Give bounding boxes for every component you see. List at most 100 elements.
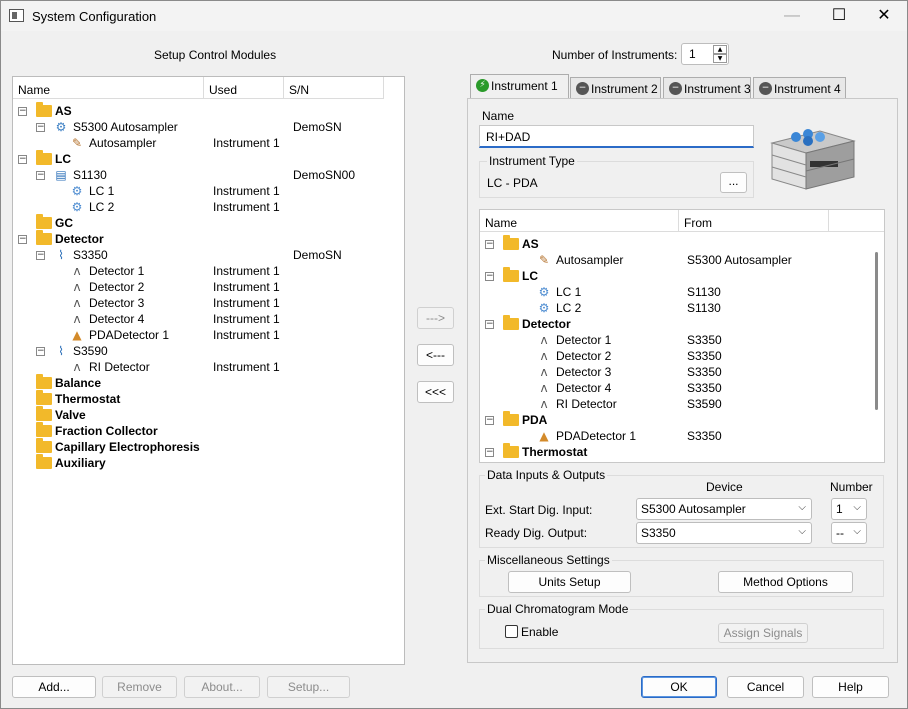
maximize-button[interactable]: ☐ — [816, 1, 862, 31]
minimize-button[interactable]: — — [769, 1, 815, 31]
collapse-toggle-icon[interactable]: − — [485, 448, 494, 457]
tree-row[interactable]: ▲ PDADetector 1 S3350 — [480, 428, 884, 444]
tree-row[interactable]: ʌ Detector 1 S3350 — [480, 332, 884, 348]
tree-row[interactable]: ʌ Detector 2 S3350 — [480, 348, 884, 364]
instrument-type-button[interactable]: ... — [720, 172, 747, 193]
method-options-button[interactable]: Method Options — [718, 571, 853, 593]
instrument-tree-scrollbar[interactable] — [875, 252, 878, 410]
tree-row[interactable]: ✎ Autosampler Instrument 1 — [13, 135, 404, 151]
tree-group-row[interactable]: − LC — [13, 150, 404, 167]
instrument-count-spinner[interactable]: 1 ▲ ▼ — [681, 43, 729, 65]
tab-instrument-4[interactable]: − Instrument 4 — [753, 77, 846, 99]
ext-start-number-select[interactable]: 1 ⌵ — [831, 498, 867, 520]
tree-row[interactable]: ʌ Detector 4 Instrument 1 — [13, 311, 404, 327]
tree-group-row[interactable]: Balance — [13, 374, 404, 391]
spinner-up-icon[interactable]: ▲ — [713, 45, 727, 54]
tree-group-row[interactable]: Valve — [13, 406, 404, 423]
ok-button[interactable]: OK — [641, 676, 717, 698]
ext-start-input-label: Ext. Start Dig. Input: — [485, 503, 593, 517]
collapse-toggle-icon[interactable]: − — [36, 251, 45, 260]
tree-row[interactable]: − ⌇ S3590 — [13, 343, 404, 359]
tree-group-row[interactable]: − PDA — [480, 411, 884, 428]
collapse-toggle-icon[interactable]: − — [36, 123, 45, 132]
instrument-name-input[interactable]: RI+DAD — [479, 125, 754, 148]
pda-icon: ▲ — [72, 328, 82, 342]
device-column-label: Device — [706, 480, 743, 494]
tree-group-row[interactable]: Auxiliary — [13, 454, 404, 471]
tree-row[interactable]: ʌ Detector 1 Instrument 1 — [13, 263, 404, 279]
remove-button[interactable]: Remove — [102, 676, 177, 698]
instrument-column-header-from[interactable]: From — [679, 210, 829, 232]
assign-module-button[interactable]: ---> — [417, 307, 454, 329]
unassign-all-button[interactable]: <<< — [417, 381, 454, 403]
ready-output-device-select[interactable]: S3350 ⌵ — [636, 522, 812, 544]
collapse-toggle-icon[interactable]: − — [485, 272, 494, 281]
enable-label[interactable]: Enable — [521, 625, 558, 639]
collapse-toggle-icon[interactable]: − — [18, 107, 27, 116]
tree-row-name: Detector 4 — [556, 381, 612, 395]
collapse-toggle-icon[interactable]: − — [485, 320, 494, 329]
tree-row[interactable]: ʌ RI Detector S3590 — [480, 396, 884, 412]
tree-row[interactable]: ʌ Detector 3 Instrument 1 — [13, 295, 404, 311]
collapse-toggle-icon[interactable]: − — [18, 235, 27, 244]
ext-start-device-value: S5300 Autosampler — [641, 502, 746, 516]
tree-group-row[interactable]: − Detector — [480, 315, 884, 332]
tree-group-row[interactable]: Thermostat — [13, 390, 404, 407]
unassign-module-button[interactable]: <--- — [417, 344, 454, 366]
tree-group-row[interactable]: − AS — [480, 235, 884, 252]
collapse-toggle-icon[interactable]: − — [36, 347, 45, 356]
column-header-sn[interactable]: S/N — [284, 77, 384, 99]
tree-row[interactable]: ʌ Detector 2 Instrument 1 — [13, 279, 404, 295]
control-modules-tree[interactable]: Name Used S/N − AS − ⚙ S5300 Autosampler Demo… — [12, 76, 405, 665]
tree-group-row[interactable]: − Detector — [13, 230, 404, 247]
close-button[interactable]: ✕ — [861, 1, 907, 31]
column-header-name[interactable]: Name — [13, 77, 204, 99]
tree-group-row[interactable]: Fraction Collector — [13, 422, 404, 439]
data-io-group: Data Inputs & Outputs Device Number Ext.… — [479, 468, 884, 548]
tree-row[interactable]: ⚙ LC 2 S1130 — [480, 300, 884, 316]
tree-group-row[interactable]: Capillary Electrophoresis — [13, 438, 404, 455]
cancel-button[interactable]: Cancel — [727, 676, 804, 698]
tree-row[interactable]: − ⚙ S5300 Autosampler DemoSN — [13, 119, 404, 135]
collapse-toggle-icon[interactable]: − — [36, 171, 45, 180]
tab-instrument-1[interactable]: ⚡ Instrument 1 — [470, 74, 569, 99]
tree-row[interactable]: − ⌇ S3350 DemoSN — [13, 247, 404, 263]
tree-row-from: S3350 — [687, 381, 722, 395]
tree-row[interactable]: ▲ PDADetector 1 Instrument 1 — [13, 327, 404, 343]
help-button[interactable]: Help — [812, 676, 889, 698]
tree-row[interactable]: ⚙ LC 1 Instrument 1 — [13, 183, 404, 199]
enable-checkbox[interactable] — [505, 625, 518, 638]
ready-output-number-select[interactable]: -- ⌵ — [831, 522, 867, 544]
tree-group-row[interactable]: − Thermostat — [480, 443, 884, 460]
column-header-used[interactable]: Used — [204, 77, 284, 99]
add-button[interactable]: Add... — [12, 676, 96, 698]
tree-row[interactable]: ✎ Autosampler S5300 Autosampler — [480, 252, 884, 268]
tree-group-row[interactable]: GC — [13, 214, 404, 231]
ext-start-number-value: 1 — [836, 502, 843, 516]
collapse-toggle-icon[interactable]: − — [485, 240, 494, 249]
setup-button[interactable]: Setup... — [267, 676, 350, 698]
tree-row[interactable]: ʌ Detector 4 S3350 — [480, 380, 884, 396]
units-setup-button[interactable]: Units Setup — [508, 571, 631, 593]
tree-row[interactable]: ʌ RI Detector Instrument 1 — [13, 359, 404, 375]
tree-row[interactable]: ⚙ LC 1 S1130 — [480, 284, 884, 300]
collapse-toggle-icon[interactable]: − — [485, 416, 494, 425]
tab-instrument-3[interactable]: − Instrument 3 — [663, 77, 751, 99]
tree-row[interactable]: ⚙ LC 2 Instrument 1 — [13, 199, 404, 215]
collapse-toggle-icon[interactable]: − — [18, 155, 27, 164]
tree-row[interactable]: − ▤ S1130 DemoSN00 — [13, 167, 404, 183]
instrument-column-header-name[interactable]: Name — [480, 210, 679, 232]
spinner-down-icon[interactable]: ▼ — [713, 54, 727, 63]
about-button[interactable]: About... — [184, 676, 260, 698]
tree-row-name: Detector 2 — [556, 349, 612, 363]
tree-group-row[interactable]: − LC — [480, 267, 884, 284]
ext-start-device-select[interactable]: S5300 Autosampler ⌵ — [636, 498, 812, 520]
needle-icon: ✎ — [71, 136, 83, 150]
tree-group-row[interactable]: − AS — [13, 102, 404, 119]
assign-signals-button[interactable]: Assign Signals — [718, 623, 808, 643]
instrument-modules-tree[interactable]: Name From − AS ✎ Autosampler S5300 Autosampl… — [479, 209, 885, 463]
folder-icon — [36, 438, 52, 453]
tree-row[interactable]: ʌ Detector 3 S3350 — [480, 364, 884, 380]
title-bar[interactable]: System Configuration — ☐ ✕ — [1, 1, 907, 31]
tab-instrument-2[interactable]: − Instrument 2 — [570, 77, 661, 99]
